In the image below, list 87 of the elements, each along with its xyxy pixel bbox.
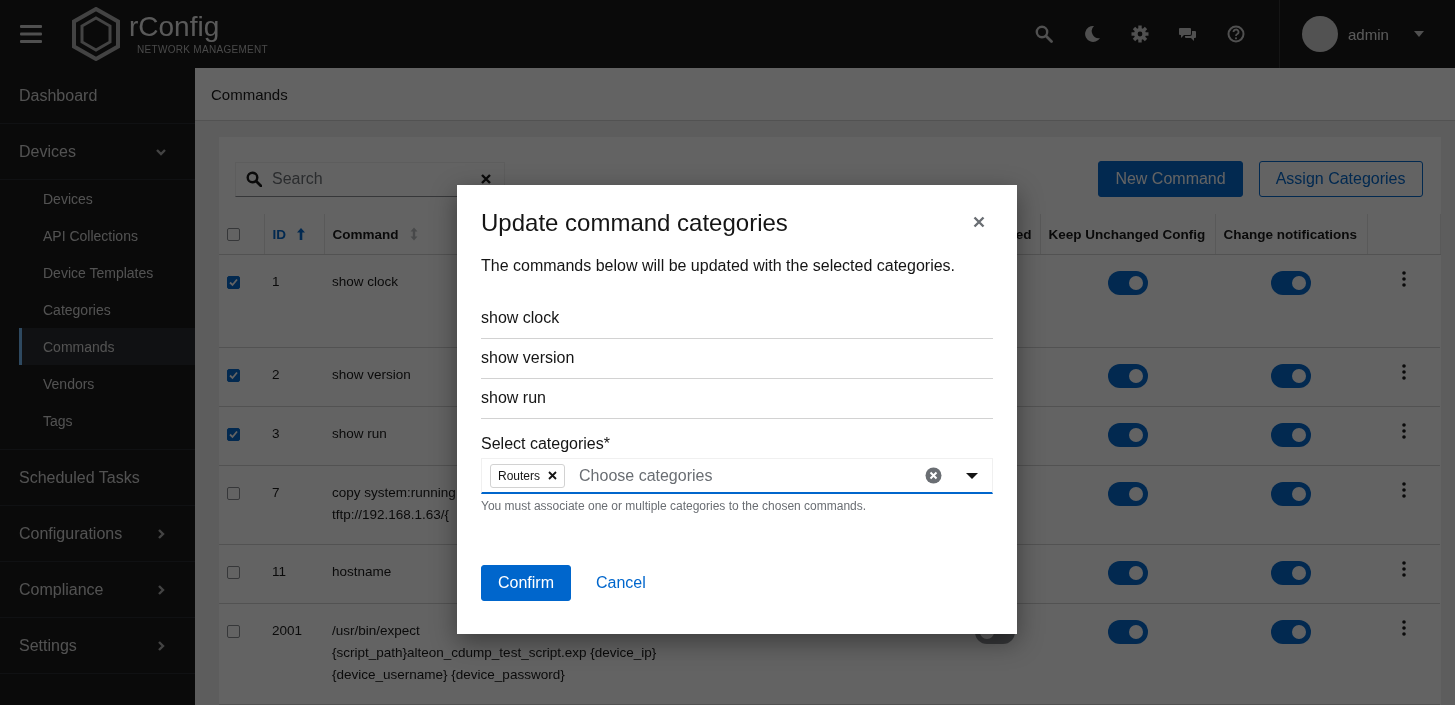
column-header: Change notifications	[1223, 226, 1357, 242]
column-header[interactable]: Command	[332, 226, 399, 242]
table-cell-text: show run	[332, 425, 387, 443]
table-cell-text: {script_path}alteon_cdump_test_script.exp {device_ip}	[332, 644, 657, 662]
checkbox[interactable]	[227, 228, 240, 242]
caret-icon[interactable]	[966, 471, 978, 480]
search-icon[interactable]	[1035, 25, 1053, 43]
kebab-menu-icon[interactable]	[1401, 561, 1406, 577]
category-select[interactable]: Routers Choose categories	[481, 458, 993, 494]
sidebar-subitem[interactable]: Tags	[0, 402, 195, 439]
column-header[interactable]: ID	[272, 226, 286, 242]
help-icon[interactable]	[1227, 25, 1245, 43]
secondary-button[interactable]: Assign Categories	[1258, 161, 1423, 197]
table-cell: 2001	[272, 623, 303, 638]
toggle-switch[interactable]	[1271, 423, 1311, 447]
checkbox[interactable]	[227, 624, 240, 638]
table-cell: 7	[272, 485, 280, 500]
modal-title: Update command categories	[481, 209, 789, 237]
toggle-switch[interactable]	[1107, 271, 1148, 295]
brand-tagline: NETWORK MANAGEMENT	[137, 45, 268, 55]
sidebar-subitem[interactable]: Device Templates	[0, 254, 195, 291]
table-cell-text: show clock	[332, 273, 399, 291]
modal-description: The commands below will be updated with the selected categories.	[481, 257, 957, 275]
command-list-item: show run	[481, 379, 993, 419]
table-cell: 2	[272, 367, 280, 382]
menu-icon[interactable]	[20, 25, 42, 43]
sidebar-subitem[interactable]: Categories	[0, 291, 195, 328]
checkbox[interactable]	[227, 565, 240, 579]
kebab-menu-icon[interactable]	[1401, 620, 1406, 636]
chevron-right-icon[interactable]	[155, 583, 167, 596]
sidebar-subitem[interactable]: API Collections	[0, 217, 195, 254]
moon-icon[interactable]	[1083, 25, 1101, 43]
table-cell-text: hostname	[332, 563, 392, 581]
close-icon[interactable]	[548, 471, 558, 480]
avatar[interactable]	[1302, 16, 1338, 52]
kebab-menu-icon[interactable]	[1401, 423, 1406, 439]
table-cell-text: copy system:running	[332, 484, 456, 502]
kebab-menu-icon[interactable]	[1401, 364, 1406, 380]
table-cell: 1	[272, 274, 280, 289]
column-header: Keep Unchanged Config	[1048, 226, 1206, 242]
hexagon-logo-icon	[69, 7, 123, 61]
primary-button[interactable]: New Command	[1098, 161, 1243, 197]
kebab-menu-icon[interactable]	[1401, 482, 1406, 498]
sidebar-subitem[interactable]: Commands	[19, 328, 195, 365]
table-cell-text: /usr/bin/expect	[332, 622, 420, 640]
checkbox[interactable]	[227, 368, 240, 382]
table-cell-text: tftp://192.168.1.63/{	[332, 506, 450, 524]
checkbox[interactable]	[227, 427, 240, 441]
chat-icon[interactable]	[1179, 25, 1197, 43]
sidebar-subitem[interactable]: Devices	[0, 180, 195, 217]
settings-icon[interactable]	[1131, 25, 1149, 43]
toggle-switch[interactable]	[1271, 364, 1311, 388]
link-button[interactable]: Cancel	[579, 565, 663, 601]
table-cell-text: show version	[332, 366, 411, 384]
table-cell: 11	[272, 564, 286, 579]
toggle-switch[interactable]	[1271, 482, 1311, 506]
checkbox[interactable]	[227, 486, 240, 500]
sidebar-subitem[interactable]: Vendors	[0, 365, 195, 402]
field-label: Select categories*	[481, 435, 611, 453]
command-list-item: show version	[481, 339, 993, 379]
page-title: Commands	[211, 85, 288, 103]
search-icon	[246, 171, 262, 187]
search-field[interactable]: Search	[235, 161, 505, 197]
toggle-switch[interactable]	[1107, 364, 1148, 388]
helper-text: You must associate one or multiple categories to the chosen commands.	[481, 499, 868, 513]
category-chip[interactable]: Routers	[490, 463, 566, 488]
toggle-switch[interactable]	[1107, 482, 1148, 506]
chevron-right-icon[interactable]	[155, 639, 167, 652]
toggle-switch[interactable]	[1107, 620, 1148, 644]
brand-name: rConfig	[129, 13, 221, 41]
sort-icon[interactable]	[408, 227, 419, 241]
toggle-switch[interactable]	[1271, 620, 1311, 644]
toggle-switch[interactable]	[1271, 271, 1311, 295]
primary-button[interactable]: Confirm	[481, 565, 571, 601]
toggle-switch[interactable]	[1107, 561, 1148, 585]
checkbox[interactable]	[227, 275, 240, 289]
table-cell-text: {device_username} {device_password}	[332, 666, 565, 684]
sort-up-icon[interactable]	[296, 227, 306, 241]
close-button[interactable]	[973, 216, 987, 230]
column-header: ed	[1015, 226, 1032, 242]
toggle-switch[interactable]	[1107, 423, 1148, 447]
kebab-menu-icon[interactable]	[1401, 271, 1406, 287]
toggle-switch[interactable]	[1271, 561, 1311, 585]
user-name[interactable]: admin	[1348, 25, 1389, 43]
command-list-item: show clock	[481, 299, 993, 339]
table-cell: 3	[272, 426, 280, 441]
chevron-right-icon[interactable]	[155, 527, 167, 540]
